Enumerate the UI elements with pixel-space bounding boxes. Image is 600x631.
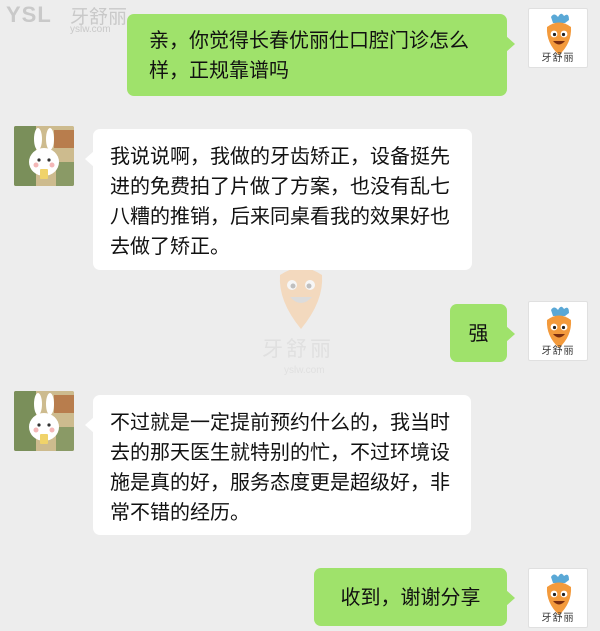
message-text: 收到，谢谢分享 — [340, 585, 481, 609]
watermark-site-center: yslw.com — [284, 365, 325, 376]
message-bubble-sent[interactable]: 收到，谢谢分享 — [314, 568, 515, 626]
self-avatar[interactable]: 牙舒丽 — [528, 301, 588, 361]
message-bubble-sent[interactable]: 强 — [450, 304, 515, 362]
message-bubble-received[interactable]: 我说说啊，我做的牙齿矫正，设备挺先进的免费拍了片做了方案，也没有乱七八糟的推销，… — [85, 129, 472, 270]
self-avatar[interactable]: 牙舒丽 — [528, 8, 588, 68]
cartoon-bunny-icon — [14, 391, 74, 451]
self-avatar-label: 牙舒丽 — [541, 346, 575, 357]
message-text: 不过就是一定提前预约什么的，我当时去的那天医生就特别的忙，不过环境设施是真的好，… — [110, 410, 450, 524]
message-text: 亲，你觉得长春优丽仕口腔门诊怎么样，正规靠谱吗 — [149, 28, 469, 82]
message-text: 强 — [468, 321, 489, 345]
contact-avatar[interactable] — [14, 391, 74, 451]
self-avatar-label: 牙舒丽 — [541, 613, 575, 624]
message-text: 我说说啊，我做的牙齿矫正，设备挺先进的免费拍了片做了方案，也没有乱七八糟的推销，… — [110, 144, 450, 258]
contact-avatar[interactable] — [14, 126, 74, 186]
watermark-site: yslw.com — [70, 24, 111, 35]
watermark-brand-latin: YSL — [6, 2, 52, 27]
watermark-logo: YSL 牙舒丽 yslw.com — [6, 2, 136, 36]
cartoon-bunny-icon — [14, 126, 74, 186]
center-watermark: 牙舒丽 yslw.com — [258, 253, 344, 378]
message-bubble-received[interactable]: 不过就是一定提前预约什么的，我当时去的那天医生就特别的忙，不过环境设施是真的好，… — [85, 395, 471, 535]
self-avatar-label: 牙舒丽 — [541, 53, 575, 64]
self-avatar[interactable]: 牙舒丽 — [528, 568, 588, 628]
message-bubble-sent[interactable]: 亲，你觉得长春优丽仕口腔门诊怎么样，正规靠谱吗 — [127, 14, 515, 96]
watermark-brand-cn-center: 牙舒丽 — [262, 337, 334, 361]
